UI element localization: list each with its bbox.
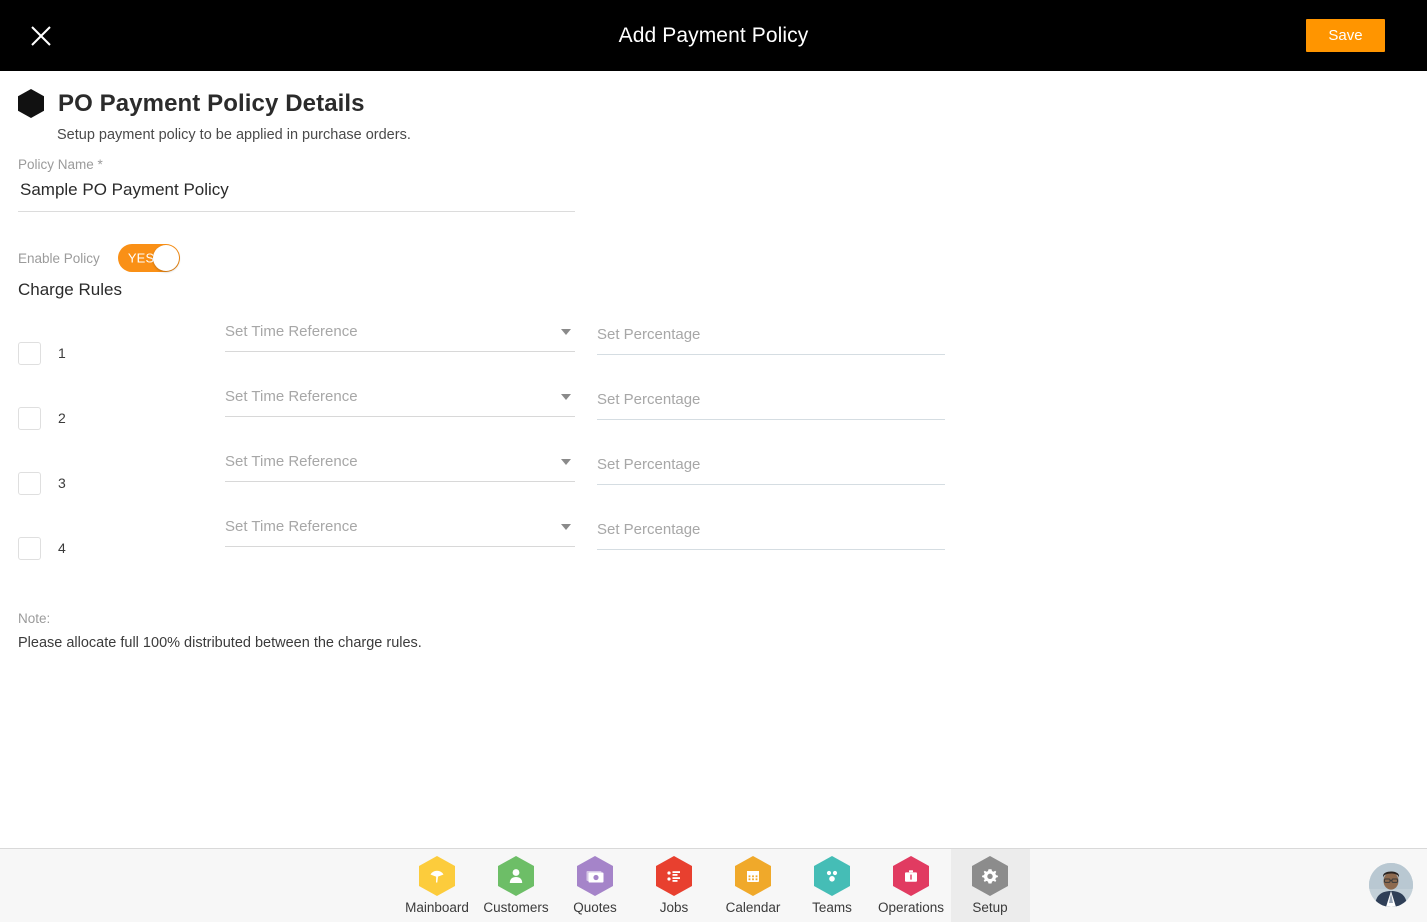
nav-item-quotes[interactable]: Quotes [556,849,635,922]
time-reference-placeholder: Set Time Reference [225,518,358,535]
nav-item-mainboard[interactable]: Mainboard [398,849,477,922]
policy-name-input[interactable] [18,179,575,211]
time-reference-placeholder: Set Time Reference [225,388,358,405]
policy-name-field: Policy Name * [18,157,575,212]
percentage-input[interactable] [597,391,945,419]
rule-number: 4 [58,540,66,556]
enable-policy-toggle[interactable]: YES [117,244,180,272]
time-reference-placeholder: Set Time Reference [225,323,358,340]
chevron-down-icon [561,393,571,400]
field-underline [225,351,575,352]
percentage-field [597,456,945,485]
percentage-field [597,391,945,420]
nav-label: Setup [972,900,1008,915]
field-underline [225,416,575,417]
save-button[interactable]: Save [1306,19,1385,52]
field-underline [597,354,945,355]
field-underline [225,481,575,482]
calendar-icon [735,856,771,896]
nav-item-operations[interactable]: Operations [872,849,951,922]
rule-checkbox[interactable] [18,342,41,365]
time-reference-placeholder: Set Time Reference [225,453,358,470]
note-text: Please allocate full 100% distributed be… [18,635,422,651]
form-panel: PO Payment Policy Details Setup payment … [0,71,1427,848]
field-underline [597,419,945,420]
nav-item-customers[interactable]: Customers [477,849,556,922]
gear-icon [972,856,1008,896]
nav-label: Mainboard [405,900,469,915]
charge-rules-heading: Charge Rules [18,280,122,299]
policy-name-label: Policy Name * [18,157,103,172]
chevron-down-icon [561,458,571,465]
nav-item-calendar[interactable]: Calendar [714,849,793,922]
rule-number: 2 [58,410,66,426]
table-row: 3 Set Time Reference [0,453,1000,518]
table-row: 2 Set Time Reference [0,388,1000,453]
time-reference-select[interactable]: Set Time Reference [225,518,575,547]
enable-policy-label: Enable Policy [18,250,100,266]
nav-label: Teams [812,900,852,915]
nav-item-jobs[interactable]: Jobs [635,849,714,922]
charge-rules-list: 1 Set Time Reference 2 Set Time Referenc… [0,323,1000,583]
nav-label: Operations [877,900,945,915]
field-underline [225,546,575,547]
nav-item-teams[interactable]: Teams [793,849,872,922]
nav-label: Calendar [725,900,781,915]
nav-label: Customers [483,900,549,915]
list-icon [656,856,692,896]
rule-number: 1 [58,345,66,361]
section-header: PO Payment Policy Details [18,89,365,118]
chevron-down-icon [561,523,571,530]
hexagon-icon [18,89,44,118]
rule-checkbox[interactable] [18,407,41,430]
percentage-input[interactable] [597,326,945,354]
field-underline [597,484,945,485]
policy-name-underline [18,211,575,212]
bottom-navigation: Mainboard Customers Quotes Jobs Calendar… [0,848,1427,922]
section-title: PO Payment Policy Details [58,89,365,117]
nav-item-setup[interactable]: Setup [950,849,1030,922]
table-row: 1 Set Time Reference [0,323,1000,388]
person-icon [498,856,534,896]
nav-label: Jobs [659,900,689,915]
chevron-down-icon [561,328,571,335]
percentage-field [597,326,945,355]
rule-checkbox[interactable] [18,537,41,560]
briefcase-icon [893,856,929,896]
enable-policy-row: Enable Policy YES [18,244,180,272]
teams-icon [814,856,850,896]
page-title: Add Payment Policy [618,23,809,47]
time-reference-select[interactable]: Set Time Reference [225,388,575,417]
field-underline [597,549,945,550]
percentage-field [597,521,945,550]
dashboard-icon [419,856,455,896]
modal-header: Add Payment Policy Save [0,0,1427,71]
time-reference-select[interactable]: Set Time Reference [225,453,575,482]
time-reference-select[interactable]: Set Time Reference [225,323,575,352]
percentage-input[interactable] [597,456,945,484]
note-block: Note: Please allocate full 100% distribu… [18,611,422,651]
percentage-input[interactable] [597,521,945,549]
note-label: Note: [18,611,51,626]
section-subtitle: Setup payment policy to be applied in pu… [57,127,411,143]
toggle-value-label: YES [127,250,155,266]
money-icon [577,856,613,896]
avatar[interactable] [1369,863,1413,907]
toggle-knob [152,245,179,271]
rule-number: 3 [58,475,66,491]
nav-label: Quotes [573,900,617,915]
rule-checkbox[interactable] [18,472,41,495]
table-row: 4 Set Time Reference [0,518,1000,583]
